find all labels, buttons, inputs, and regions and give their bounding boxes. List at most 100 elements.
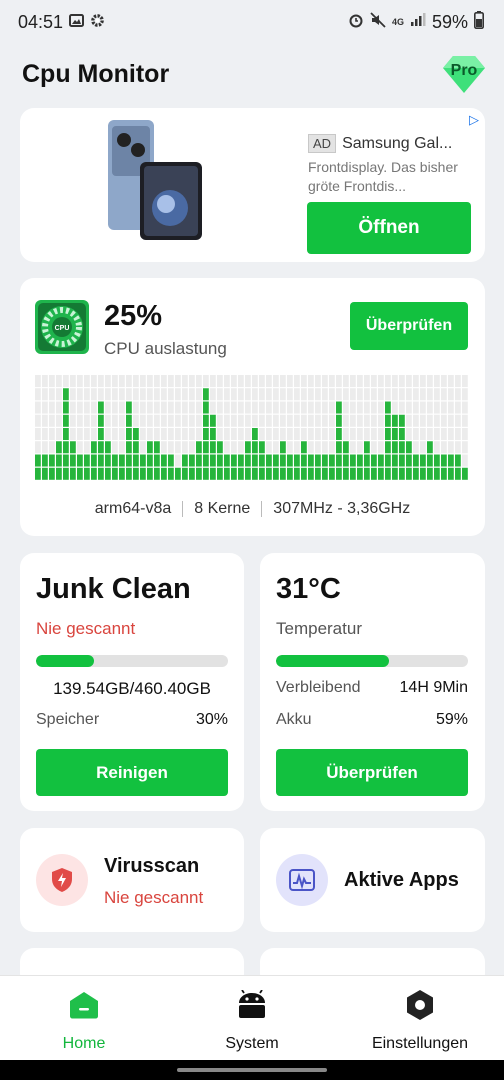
- cpu-grid-cell: [343, 441, 349, 454]
- nav-settings[interactable]: Einstellungen: [336, 976, 504, 1060]
- battery-check-button[interactable]: Überprüfen: [276, 749, 468, 796]
- cpu-grid-cell: [147, 428, 153, 441]
- cpu-grid-cell: [357, 401, 363, 414]
- cpu-grid-cell: [434, 467, 440, 480]
- cpu-grid-cell: [63, 441, 69, 454]
- cpu-grid-cell: [126, 414, 132, 427]
- cpu-grid-cell: [252, 441, 258, 454]
- cpu-grid-cell: [210, 401, 216, 414]
- cpu-check-button[interactable]: Überprüfen: [350, 302, 468, 350]
- cpu-grid-cell: [322, 428, 328, 441]
- cpu-grid-cell: [371, 414, 377, 427]
- cpu-grid-cell: [70, 375, 76, 388]
- ad-card[interactable]: ▷ AD Samsung Gal... Frontdisplay. Das bi…: [20, 108, 485, 262]
- cpu-info-row: arm64-v8a 8 Kerne 307MHz - 3,36GHz: [20, 500, 485, 518]
- cpu-grid-cell: [259, 375, 265, 388]
- cpu-grid-cell: [77, 375, 83, 388]
- cpu-grid-cell: [42, 467, 48, 480]
- remaining-row: Verbleibend 14H 9Min: [276, 679, 468, 697]
- cpu-grid-cell: [252, 401, 258, 414]
- cpu-grid-cell: [105, 401, 111, 414]
- cpu-grid-cell: [413, 375, 419, 388]
- ad-choices-icon[interactable]: ▷: [469, 112, 479, 128]
- cpu-grid-cell: [175, 454, 181, 467]
- cpu-grid-cell: [294, 401, 300, 414]
- cpu-grid-cell: [350, 388, 356, 401]
- cpu-grid-cell: [217, 467, 223, 480]
- cpu-grid-cell: [329, 375, 335, 388]
- battery-progress-bar: [276, 655, 468, 667]
- cpu-grid-cell: [294, 454, 300, 467]
- cpu-grid-cell: [91, 441, 97, 454]
- cpu-grid-cell: [84, 441, 90, 454]
- cpu-grid-cell: [196, 441, 202, 454]
- virus-scan-card[interactable]: Virusscan Nie gescannt: [20, 828, 244, 932]
- cpu-grid-cell: [371, 375, 377, 388]
- cpu-fan-icon: CPU: [35, 300, 89, 354]
- cpu-grid-cell: [217, 454, 223, 467]
- cpu-grid-cell: [280, 401, 286, 414]
- cpu-grid-cell: [63, 401, 69, 414]
- cpu-grid-cell: [434, 441, 440, 454]
- active-apps-card[interactable]: Aktive Apps: [260, 828, 485, 932]
- cpu-grid-cell: [91, 375, 97, 388]
- cpu-grid-cell: [77, 414, 83, 427]
- cpu-grid-cell: [126, 441, 132, 454]
- cpu-grid-cell: [448, 401, 454, 414]
- clean-button[interactable]: Reinigen: [36, 749, 228, 796]
- temperature-value: 31°C: [276, 573, 341, 605]
- cpu-grid-cell: [455, 388, 461, 401]
- cpu-grid-cell: [35, 401, 41, 414]
- ad-open-button[interactable]: Öffnen: [307, 202, 471, 254]
- cpu-grid-cell: [140, 467, 146, 480]
- cpu-grid-cell: [308, 414, 314, 427]
- cpu-grid-cell: [35, 467, 41, 480]
- cpu-grid-cell: [133, 428, 139, 441]
- cpu-grid-cell: [301, 454, 307, 467]
- cpu-grid-cell: [287, 441, 293, 454]
- cpu-grid-cell: [280, 441, 286, 454]
- cpu-grid-cell: [245, 414, 251, 427]
- cpu-grid-cell: [203, 441, 209, 454]
- cpu-grid-cell: [287, 388, 293, 401]
- cpu-grid-cell: [189, 467, 195, 480]
- cpu-grid-cell: [287, 375, 293, 388]
- nav-system[interactable]: System: [168, 976, 336, 1060]
- cpu-grid-cell: [42, 441, 48, 454]
- cpu-frequency: 307MHz - 3,36GHz: [273, 500, 411, 517]
- cpu-grid-cell: [77, 428, 83, 441]
- cpu-grid-cell: [294, 428, 300, 441]
- cpu-grid-cell: [231, 414, 237, 427]
- gesture-bar: [0, 1060, 504, 1080]
- cpu-grid-cell: [49, 441, 55, 454]
- cpu-grid-cell: [336, 467, 342, 480]
- cpu-grid-cell: [105, 428, 111, 441]
- cpu-grid-cell: [259, 441, 265, 454]
- nav-home[interactable]: Home: [0, 976, 168, 1060]
- cpu-grid-cell: [231, 401, 237, 414]
- cpu-grid-cell: [105, 414, 111, 427]
- cpu-grid-cell: [350, 375, 356, 388]
- cpu-grid-cell: [357, 467, 363, 480]
- cpu-grid-cell: [413, 454, 419, 467]
- cpu-card: CPU 25% CPU auslastung Überprüfen arm64-…: [20, 278, 485, 536]
- cpu-grid-cell: [364, 401, 370, 414]
- cpu-grid-cell: [175, 428, 181, 441]
- cpu-grid-cell: [224, 454, 230, 467]
- battery-card: 31°C Temperatur Verbleibend 14H 9Min Akk…: [260, 553, 485, 811]
- cpu-grid-cell: [399, 414, 405, 427]
- cpu-grid-cell: [343, 375, 349, 388]
- cpu-grid-cell: [189, 388, 195, 401]
- cpu-grid-cell: [105, 454, 111, 467]
- cpu-grid-cell: [70, 467, 76, 480]
- cpu-grid-cell: [84, 375, 90, 388]
- cpu-grid-cell: [224, 401, 230, 414]
- cpu-grid-cell: [413, 428, 419, 441]
- pro-button[interactable]: Pro: [442, 54, 486, 94]
- cpu-grid-cell: [245, 388, 251, 401]
- cpu-grid-cell: [49, 467, 55, 480]
- cpu-grid-cell: [147, 454, 153, 467]
- cpu-grid-cell: [343, 388, 349, 401]
- cpu-grid-cell: [42, 414, 48, 427]
- cpu-grid-cell: [91, 401, 97, 414]
